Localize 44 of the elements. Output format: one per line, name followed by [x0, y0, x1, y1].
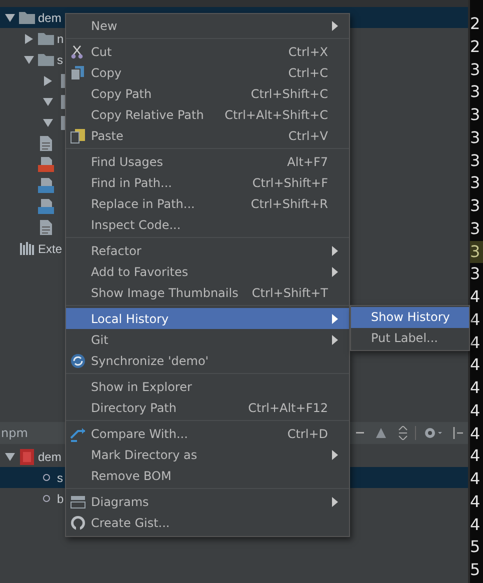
line-number: 4 [470, 400, 482, 422]
tree-label: b [57, 492, 64, 506]
line-number: 3 [470, 263, 482, 286]
tree-label: dem [38, 450, 62, 464]
line-number: 3 [470, 150, 482, 172]
shortcut-label: Alt+F7 [287, 154, 328, 168]
line-number: 2 [470, 36, 482, 58]
line-number: 3 [470, 81, 482, 104]
shortcut-label: Ctrl+X [288, 44, 328, 58]
shortcut-label: Ctrl+Alt+Shift+C [224, 108, 328, 122]
shortcut-label: Ctrl+V [288, 128, 328, 142]
shortcut-label: Ctrl+Alt+F12 [248, 400, 328, 414]
line-number: 4 [470, 445, 482, 468]
shortcut-label: Ctrl+Shift+C [250, 86, 328, 100]
line-number: 3 [470, 195, 482, 217]
shortcut-label: Ctrl+Shift+R [250, 196, 328, 210]
tree-label: s [57, 52, 63, 66]
line-number: 2 [470, 13, 482, 35]
line-number: 4 [470, 354, 482, 376]
tree-label: s [57, 470, 63, 484]
tree-label: Exte [38, 242, 62, 256]
tree-label: n [57, 32, 64, 46]
line-number: 4 [470, 377, 482, 399]
line-number: 4 [470, 286, 482, 308]
tree-label: dem [38, 10, 62, 24]
line-number: 4 [470, 332, 482, 354]
line-number: 4 [470, 308, 482, 331]
line-number: 5 [470, 536, 482, 558]
line-number: 3 [470, 240, 483, 264]
shortcut-label: Ctrl+D [287, 426, 328, 440]
shortcut-label: Ctrl+Shift+T [252, 286, 328, 300]
line-number: 4 [470, 490, 482, 513]
line-number: 3 [470, 172, 482, 194]
line-number: 4 [470, 468, 482, 490]
shortcut-label: Ctrl+Shift+F [252, 176, 328, 190]
line-number: 5 [470, 559, 482, 581]
shortcut-label: Ctrl+C [288, 66, 328, 80]
line-number: 3 [470, 58, 482, 80]
line-number: 4 [470, 514, 482, 536]
line-number: 3 [470, 218, 482, 240]
line-number: 3 [470, 126, 482, 149]
line-number: 3 [470, 104, 482, 126]
line-number: 4 [470, 422, 482, 444]
panel-title: npm [0, 426, 28, 440]
